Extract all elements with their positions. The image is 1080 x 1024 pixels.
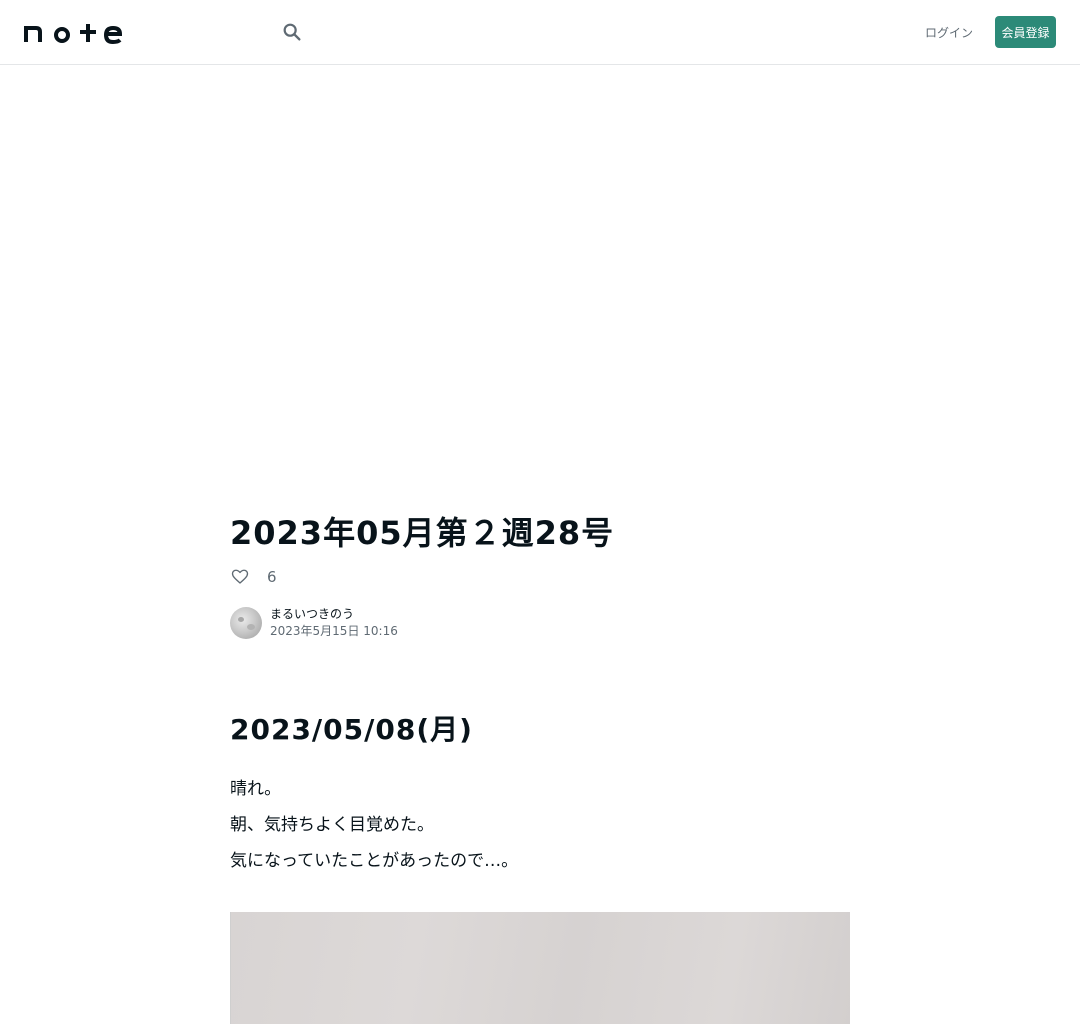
signup-button[interactable]: 会員登録 bbox=[995, 16, 1056, 48]
article-title: 2023年05月第２週28号 bbox=[230, 514, 615, 552]
author-info: まるいつきのう 2023年5月15日 10:16 bbox=[230, 606, 398, 640]
body-paragraph: 朝、気持ちよく目覚めた。 bbox=[230, 815, 434, 835]
like-button[interactable] bbox=[230, 567, 250, 587]
like-row: 6 bbox=[230, 565, 277, 589]
like-count[interactable]: 6 bbox=[267, 568, 277, 586]
search-button[interactable] bbox=[278, 18, 306, 46]
note-logo[interactable] bbox=[24, 20, 124, 45]
article-body: 晴れ。 朝、気持ちよく目覚めた。 気になっていたことがあったので…。 bbox=[230, 771, 518, 879]
post-date: 2023年5月15日 10:16 bbox=[270, 624, 398, 638]
body-paragraph: 晴れ。 bbox=[230, 779, 282, 799]
section-heading: 2023/05/08(月) bbox=[230, 713, 473, 746]
heart-icon bbox=[231, 569, 249, 584]
search-icon bbox=[283, 23, 301, 41]
body-paragraph: 気になっていたことがあったので…。 bbox=[230, 851, 519, 871]
login-link[interactable]: ログイン bbox=[924, 16, 974, 48]
article-photo bbox=[230, 912, 850, 1024]
site-header: ログイン 会員登録 bbox=[0, 0, 1080, 65]
author-avatar[interactable] bbox=[230, 607, 262, 639]
author-name[interactable]: まるいつきのう bbox=[270, 606, 398, 623]
